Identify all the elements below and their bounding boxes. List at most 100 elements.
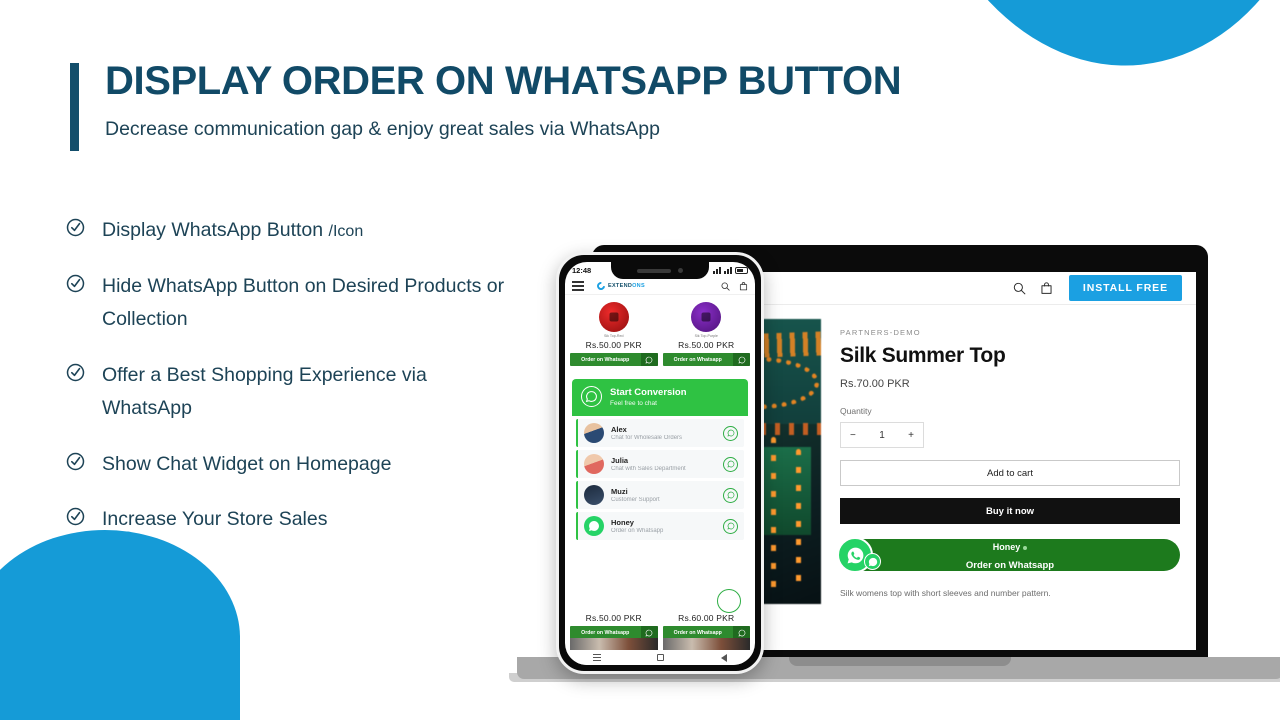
page-title: DISPLAY ORDER ON WHATSAPP BUTTON [105,59,902,103]
avatar [584,485,604,505]
product-card-price: Rs.50.00 PKR [585,340,642,350]
phone-product-grid: Sik Top-Red Rs.50.00 PKR Order on Whatsa… [565,295,755,366]
list-item: Offer a Best Shopping Experience via Wha… [66,359,516,426]
android-navigation-bar [565,650,755,665]
product-image-light-string [771,437,776,592]
whatsapp-icon[interactable] [723,456,738,472]
quantity-stepper[interactable]: − 1 + [840,422,924,448]
whatsapp-icon [733,353,750,366]
product-price: Rs.70.00 PKR [840,378,910,390]
product-card-price: Rs.50.00 PKR [585,613,642,623]
page-subtitle: Decrease communication gap & enjoy great… [105,118,660,140]
check-circle-icon [66,507,85,526]
decorative-blue-shape-top-right [904,0,1280,87]
whatsapp-icon[interactable] [723,425,738,441]
product-card-title: Sik Top-Purple [694,334,718,338]
product-card[interactable]: Sik Top-Red Rs.50.00 PKR Order on Whatsa… [570,300,658,366]
quantity-value[interactable]: 1 [879,430,885,441]
extendons-logo: EXTENDONS [595,280,645,292]
phone-store-nav: EXTENDONS [565,278,755,295]
cart-icon[interactable] [739,281,748,291]
check-circle-icon [66,452,85,471]
product-card[interactable]: Rs.60.00 PKR Order on Whatsapp [662,613,750,639]
contact-name: Julia [611,456,629,465]
phone-camera [678,268,683,273]
logo-text: EXTENDONS [608,283,645,289]
product-card-price: Rs.50.00 PKR [678,340,735,350]
list-item[interactable]: Alex Chat for Wholesale Orders [576,419,744,447]
quantity-increase-button[interactable]: + [908,430,914,441]
feature-list: Display WhatsApp Button /Icon Hide Whats… [66,214,516,559]
contact-info: Honey Order on Whatsapp [611,518,723,534]
back-button-icon[interactable] [720,653,727,662]
install-free-button[interactable]: INSTALL FREE [1068,275,1182,301]
feature-text: Increase Your Store Sales [102,508,328,531]
list-item[interactable]: Muzi Customer Support [576,481,744,509]
chat-widget: Start Conversion Feel free to chat Alex … [572,379,748,547]
feature-text: Show Chat Widget on Homepage [102,452,392,475]
whatsapp-action-label: Order on Whatsapp [965,560,1055,571]
whatsapp-badge-icon [864,553,881,570]
buy-it-now-button[interactable]: Buy it now [840,498,1180,524]
order-on-whatsapp-button[interactable]: Order on Whatsapp [662,353,750,366]
phone-speaker [637,268,671,273]
chat-widget-subtitle: Feel free to chat [610,399,657,407]
quantity-decrease-button[interactable]: − [850,430,856,441]
phone-bottom-product-row: Rs.50.00 PKR Order on Whatsapp Rs.60.00 … [570,613,750,639]
whatsapp-icon[interactable] [723,518,738,534]
search-icon[interactable] [1013,282,1026,295]
product-thumbnail [662,638,750,650]
list-item[interactable]: Julia Chat with Sales Department [576,450,744,478]
order-button-label: Order on Whatsapp [581,356,630,363]
list-item: Display WhatsApp Button /Icon [66,214,516,248]
list-item: Increase Your Store Sales [66,503,516,537]
signal-icon-2 [724,266,732,274]
product-card-price: Rs.60.00 PKR [678,613,735,623]
chat-widget-heading-group: Start Conversion Feel free to chat [610,387,687,407]
search-icon[interactable] [721,282,730,291]
avatar [584,454,604,474]
avatar [584,516,604,536]
whatsapp-contact-name: Honey [993,542,1028,552]
product-image-light-string [796,449,801,589]
recent-apps-icon[interactable] [593,654,602,661]
contact-info: Muzi Customer Support [611,487,723,503]
cart-icon[interactable] [1040,281,1053,295]
list-item: Hide WhatsApp Button on Desired Products… [66,270,516,337]
chat-widget-title: Start Conversion [610,386,687,398]
online-status-dot [1023,545,1028,550]
list-item[interactable]: Honey Order on Whatsapp [576,512,744,540]
signal-icon [713,266,721,274]
contact-role: Customer Support [611,497,660,503]
feature-text: Hide WhatsApp Button on Desired Products… [102,274,505,331]
contact-role: Order on Whatsapp [611,528,664,534]
product-card[interactable]: Rs.50.00 PKR Order on Whatsapp [570,613,658,639]
whatsapp-icon [581,386,602,407]
list-item: Show Chat Widget on Homepage [66,448,516,482]
order-on-whatsapp-button[interactable]: Order on Whatsapp [570,353,658,366]
product-description: Silk womens top with short sleeves and n… [840,588,1051,598]
product-vendor: PARTNERS-DEMO [840,328,921,337]
product-card-title: Sik Top-Red [603,334,624,338]
phone-mockup: 12:48 EXTENDONS Sik Top-Red Rs.50.00 PKR… [556,252,764,674]
order-button-label: Order on Whatsapp [673,356,722,363]
chat-widget-header: Start Conversion Feel free to chat [572,379,748,416]
feature-text: Display WhatsApp Button /Icon [102,219,364,241]
phone-body: 12:48 EXTENDONS Sik Top-Red Rs.50.00 PKR… [556,252,764,674]
product-title: Silk Summer Top [840,344,1006,367]
phone-product-image-strip [570,638,750,650]
home-button-icon[interactable] [657,654,665,661]
product-card[interactable]: Sik Top-Purple Rs.50.00 PKR Order on Wha… [662,300,750,366]
whatsapp-icon[interactable] [723,487,738,503]
order-on-whatsapp-button[interactable]: Honey Order on Whatsapp [837,537,1180,573]
product-thumbnail [598,302,629,332]
add-to-cart-button[interactable]: Add to cart [840,460,1180,486]
order-button-label: Order on Whatsapp [581,629,630,636]
product-thumbnail [570,638,658,650]
contact-name: Honey [611,518,634,527]
contact-info: Alex Chat for Wholesale Orders [611,425,723,441]
title-accent-bar [70,63,79,151]
hamburger-menu-icon[interactable] [572,281,584,291]
product-thumbnail [691,302,722,332]
feature-text: Offer a Best Shopping Experience via Wha… [102,363,427,420]
